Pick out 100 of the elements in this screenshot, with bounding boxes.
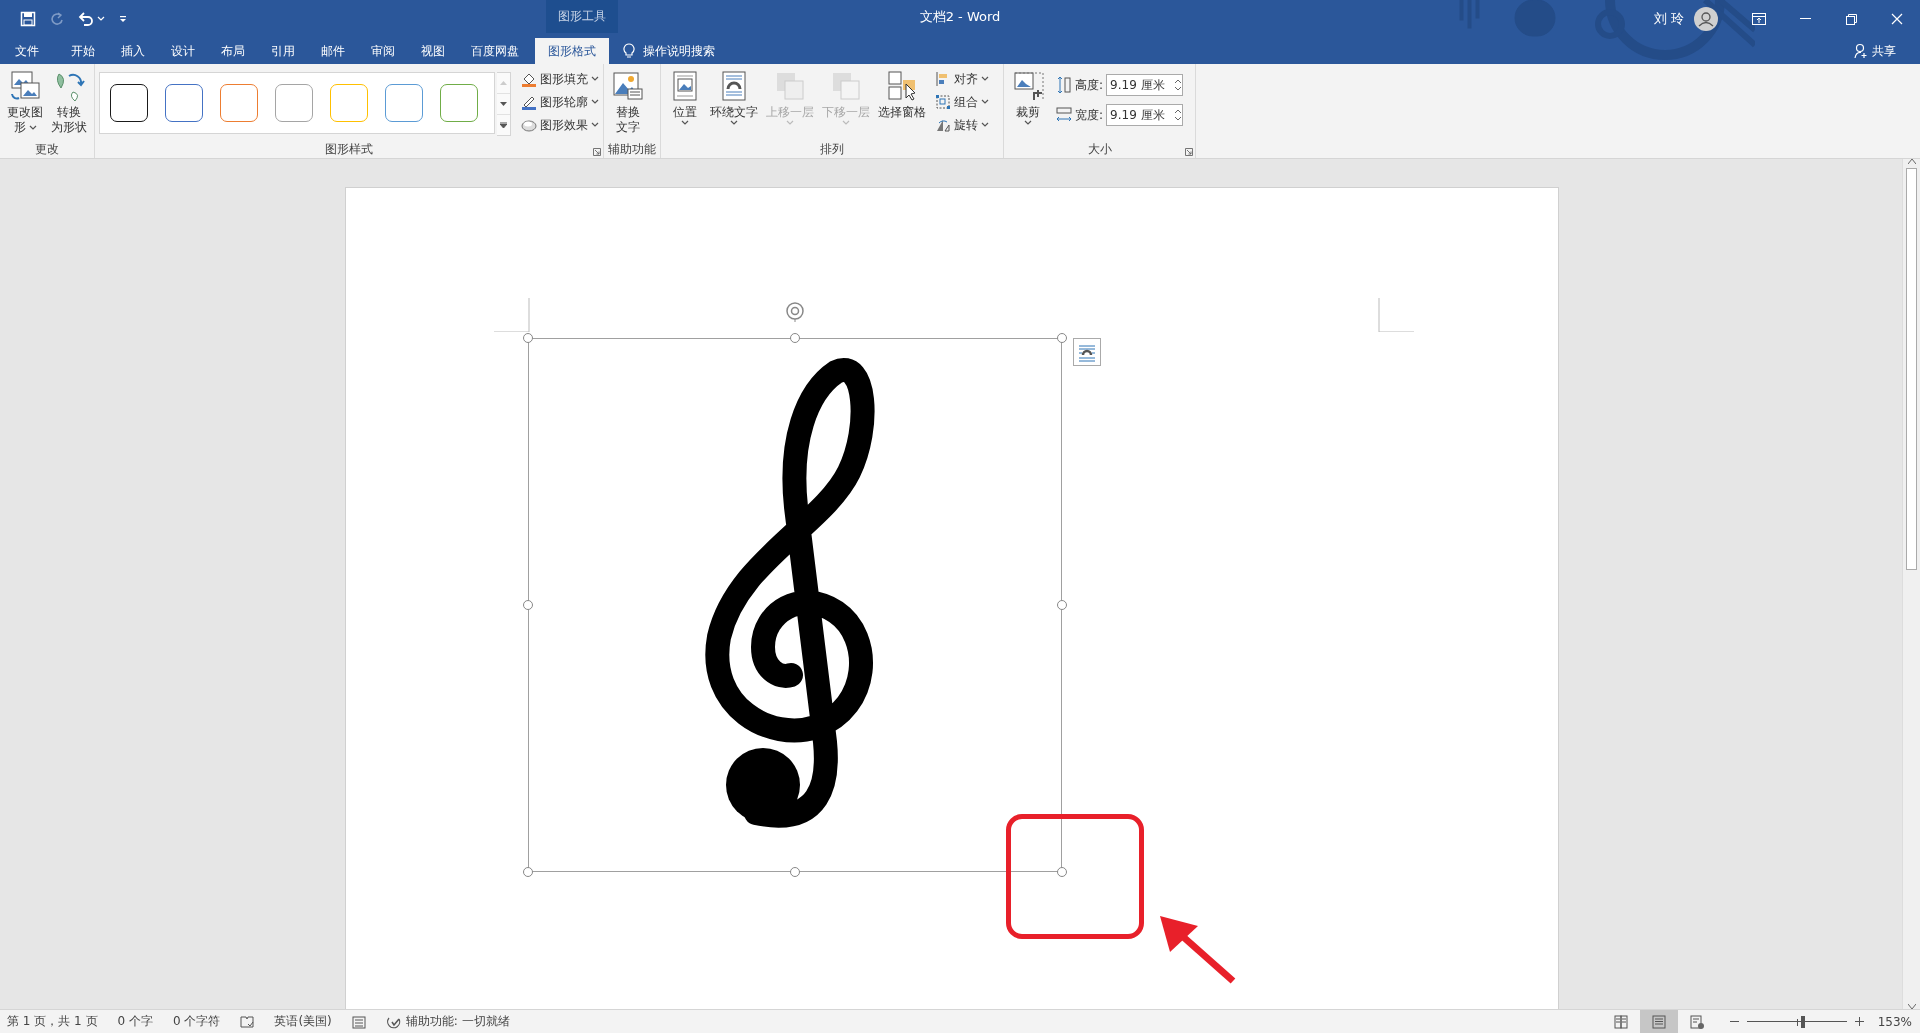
- ribbon-button[interactable]: 替换 文字: [608, 66, 648, 135]
- resize-handle[interactable]: [1057, 600, 1067, 610]
- caret-icon: [591, 99, 599, 105]
- caret-icon: [591, 76, 599, 82]
- resize-handle[interactable]: [790, 333, 800, 343]
- tell-me-search[interactable]: 操作说明搜索: [623, 38, 715, 64]
- ribbon-tab[interactable]: 布局: [208, 38, 258, 64]
- zoom-slider-thumb[interactable]: [1800, 1015, 1805, 1028]
- web-layout-icon: [1689, 1014, 1704, 1029]
- crop-icon: [1012, 70, 1044, 102]
- scroll-down-icon: [1907, 1004, 1916, 1009]
- minimize-icon: [1799, 18, 1811, 20]
- ribbon-tab[interactable]: 审阅: [358, 38, 408, 64]
- rotate-handle-icon: [784, 300, 806, 322]
- shape-style-swatch[interactable]: [110, 84, 148, 122]
- crop-mark-icon: [1378, 298, 1414, 332]
- ribbon-command[interactable]: 图形效果: [521, 116, 599, 134]
- vertical-scrollbar[interactable]: [1902, 159, 1920, 1009]
- status-text: 0 个字符: [173, 1013, 221, 1030]
- zoom-in-button[interactable]: [1854, 1017, 1864, 1026]
- scroll-up-icon: [500, 81, 507, 85]
- undo-icon: [78, 12, 94, 26]
- ribbon-tab[interactable]: 百度网盘: [458, 38, 532, 64]
- contextual-tab-group-label: 图形工具: [546, 0, 618, 33]
- height-icon: [1056, 76, 1072, 94]
- caret-icon: [591, 122, 599, 128]
- resize-handle[interactable]: [1057, 867, 1067, 877]
- print-layout-icon: [1651, 1014, 1666, 1029]
- ribbon-command[interactable]: 对齐: [935, 70, 989, 88]
- accessibility-button[interactable]: 辅助功能: 一切就绪: [385, 1013, 510, 1030]
- ribbon-button[interactable]: 更改图 形: [4, 66, 46, 135]
- field-label: 宽度:: [1075, 106, 1104, 124]
- view-button[interactable]: [1639, 1010, 1678, 1033]
- window-title: 文档2 - Word: [919, 7, 1001, 26]
- ribbon-tab[interactable]: 插入: [108, 38, 158, 64]
- ribbon-tab[interactable]: 开始: [58, 38, 108, 64]
- group-title: 更改: [35, 140, 59, 158]
- group-title: 辅助功能: [608, 140, 656, 158]
- ribbon-command[interactable]: 旋转: [935, 116, 989, 134]
- status-text: 第 1 页，共 1 页: [7, 1013, 98, 1030]
- crop-mark-icon: [494, 298, 530, 332]
- resize-handle[interactable]: [790, 867, 800, 877]
- ribbon-command[interactable]: 组合: [935, 93, 989, 111]
- proofing-button[interactable]: [240, 1014, 255, 1029]
- size-spin-field[interactable]: 9.19 厘米: [1106, 74, 1184, 96]
- person-add-icon: [1854, 43, 1868, 59]
- gallery-scrollbar[interactable]: [497, 72, 511, 136]
- resize-handle[interactable]: [523, 600, 533, 610]
- ribbon-tab[interactable]: 设计: [158, 38, 208, 64]
- shape-style-swatch[interactable]: [275, 84, 313, 122]
- status-text: 0 个字: [117, 1013, 153, 1030]
- ribbon-tab[interactable]: 视图: [408, 38, 458, 64]
- restore-icon: [1845, 13, 1857, 25]
- ribbon-tab[interactable]: 文件: [0, 38, 52, 64]
- resize-handle[interactable]: [523, 333, 533, 343]
- ribbon-tab[interactable]: 邮件: [308, 38, 358, 64]
- ribbon-button[interactable]: 裁剪: [1008, 66, 1048, 126]
- caret-icon: [981, 122, 989, 128]
- shape-style-swatch[interactable]: [385, 84, 423, 122]
- macro-icon: [351, 1014, 366, 1029]
- macro-button[interactable]: [351, 1014, 366, 1029]
- shape-style-swatch[interactable]: [220, 84, 258, 122]
- tell-me-placeholder: 操作说明搜索: [643, 42, 715, 60]
- user-name: 刘 玲: [1653, 10, 1684, 28]
- group-title: 图形样式: [325, 140, 373, 158]
- spinner-arrows-icon: [1174, 109, 1183, 121]
- share-button[interactable]: 共享: [1848, 38, 1902, 64]
- group-icon: [935, 94, 951, 110]
- size-spin-field[interactable]: 9.19 厘米: [1106, 104, 1184, 126]
- field-label: 高度:: [1075, 76, 1104, 94]
- ribbon-button[interactable]: 环绕文字: [707, 66, 761, 126]
- effects-icon: [521, 117, 537, 133]
- shape-style-swatch[interactable]: [165, 84, 203, 122]
- selection-pane-icon: [886, 70, 918, 102]
- resize-handle[interactable]: [523, 867, 533, 877]
- scroll-down-icon: [500, 102, 507, 106]
- layout-options-icon: [1073, 338, 1101, 366]
- caret-icon: [97, 16, 105, 22]
- ribbon-display-icon: [1752, 13, 1766, 25]
- ribbon-button[interactable]: 位置: [665, 66, 705, 126]
- ribbon-command[interactable]: 图形填充: [521, 70, 599, 88]
- ribbon-button[interactable]: 转换 为形状: [48, 66, 90, 135]
- caret-icon: [981, 76, 989, 82]
- dialog-launcher-icon: [1185, 148, 1194, 156]
- customize-menu-icon: [119, 15, 127, 23]
- ribbon-button[interactable]: 选择窗格: [875, 66, 929, 120]
- width-icon: [1056, 106, 1072, 124]
- language-button[interactable]: 英语(美国): [274, 1013, 332, 1030]
- dialog-launcher-icon: [593, 148, 601, 156]
- zoom-level: 153%: [1877, 1014, 1912, 1029]
- outline-pen-icon: [521, 94, 537, 110]
- ribbon-command[interactable]: 图形轮廓: [521, 93, 599, 111]
- fill-bucket-icon: [521, 71, 537, 87]
- ribbon-tab[interactable]: 图形格式: [535, 38, 609, 64]
- change-picture-icon: [9, 70, 41, 102]
- caret-icon: [981, 99, 989, 105]
- send-backward-icon: [830, 70, 862, 102]
- resize-handle[interactable]: [1057, 333, 1067, 343]
- shape-style-swatch[interactable]: [440, 84, 478, 122]
- ribbon-tab[interactable]: 引用: [258, 38, 308, 64]
